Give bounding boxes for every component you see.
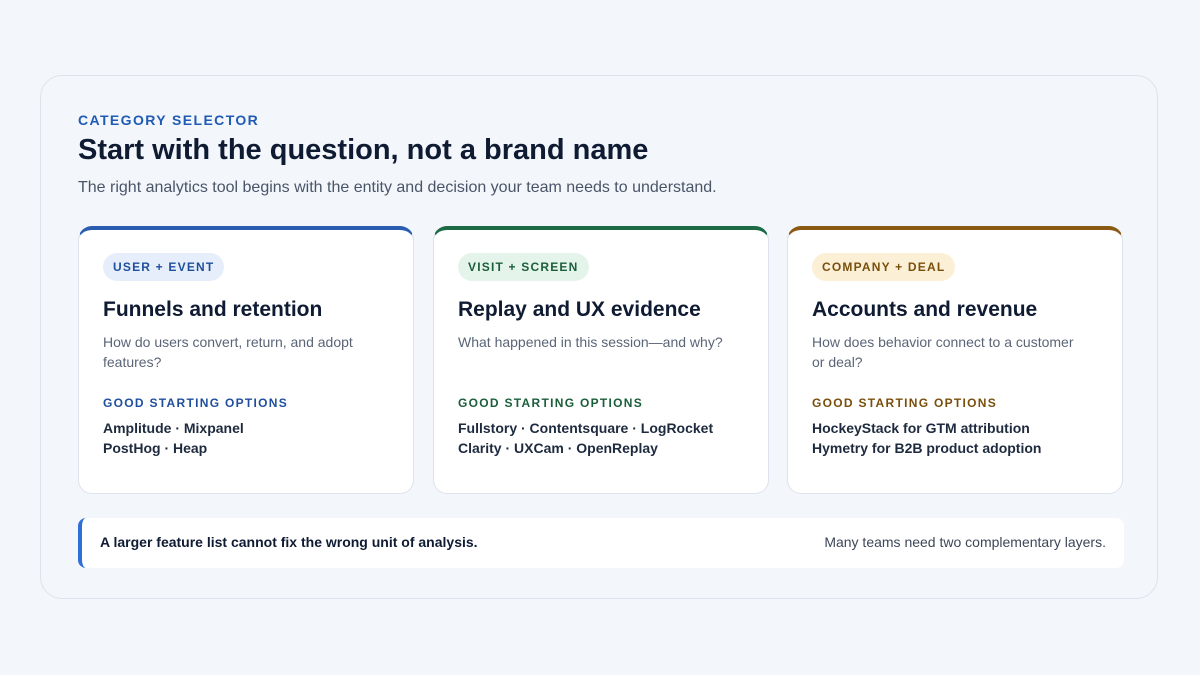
category-tag: VISIT + SCREEN bbox=[458, 253, 589, 281]
category-card-user-event[interactable]: USER + EVENT Funnels and retention How d… bbox=[78, 226, 414, 494]
category-tag: COMPANY + DEAL bbox=[812, 253, 956, 281]
options-line: HockeyStack for GTM attribution bbox=[812, 420, 1030, 436]
callout-text: A larger feature list cannot fix the wro… bbox=[100, 534, 478, 550]
category-tag: USER + EVENT bbox=[103, 253, 225, 281]
eyebrow-label: CATEGORY SELECTOR bbox=[78, 112, 260, 128]
card-title: Replay and UX evidence bbox=[458, 298, 701, 321]
callout-note: A larger feature list cannot fix the wro… bbox=[78, 518, 1124, 568]
callout-aside: Many teams need two complementary layers… bbox=[824, 534, 1106, 550]
options-line: Fullstory · Contentsquare · LogRocket bbox=[458, 420, 714, 436]
page-subtitle: The right analytics tool begins with the… bbox=[78, 179, 717, 196]
category-selector-panel: CATEGORY SELECTOR Start with the questio… bbox=[40, 75, 1158, 599]
category-card-company-deal[interactable]: COMPANY + DEAL Accounts and revenue How … bbox=[787, 226, 1123, 494]
options-line: Amplitude · Mixpanel bbox=[103, 420, 244, 436]
card-question: How does behavior connect to a customer … bbox=[812, 334, 1074, 370]
options-line: Clarity · UXCam · OpenReplay bbox=[458, 440, 658, 456]
options-label: GOOD STARTING OPTIONS bbox=[458, 396, 644, 410]
options-label: GOOD STARTING OPTIONS bbox=[103, 396, 289, 410]
page-title: Start with the question, not a brand nam… bbox=[78, 134, 649, 166]
options-label: GOOD STARTING OPTIONS bbox=[812, 396, 998, 410]
options-line: Hymetry for B2B product adoption bbox=[812, 440, 1042, 456]
options-line: PostHog · Heap bbox=[103, 440, 208, 456]
card-title: Accounts and revenue bbox=[812, 298, 1038, 321]
card-question: How do users convert, return, and adopt … bbox=[103, 334, 353, 370]
card-title: Funnels and retention bbox=[103, 298, 323, 321]
category-card-visit-screen[interactable]: VISIT + SCREEN Replay and UX evidence Wh… bbox=[433, 226, 769, 494]
card-question: What happened in this session—and why? bbox=[458, 334, 723, 350]
